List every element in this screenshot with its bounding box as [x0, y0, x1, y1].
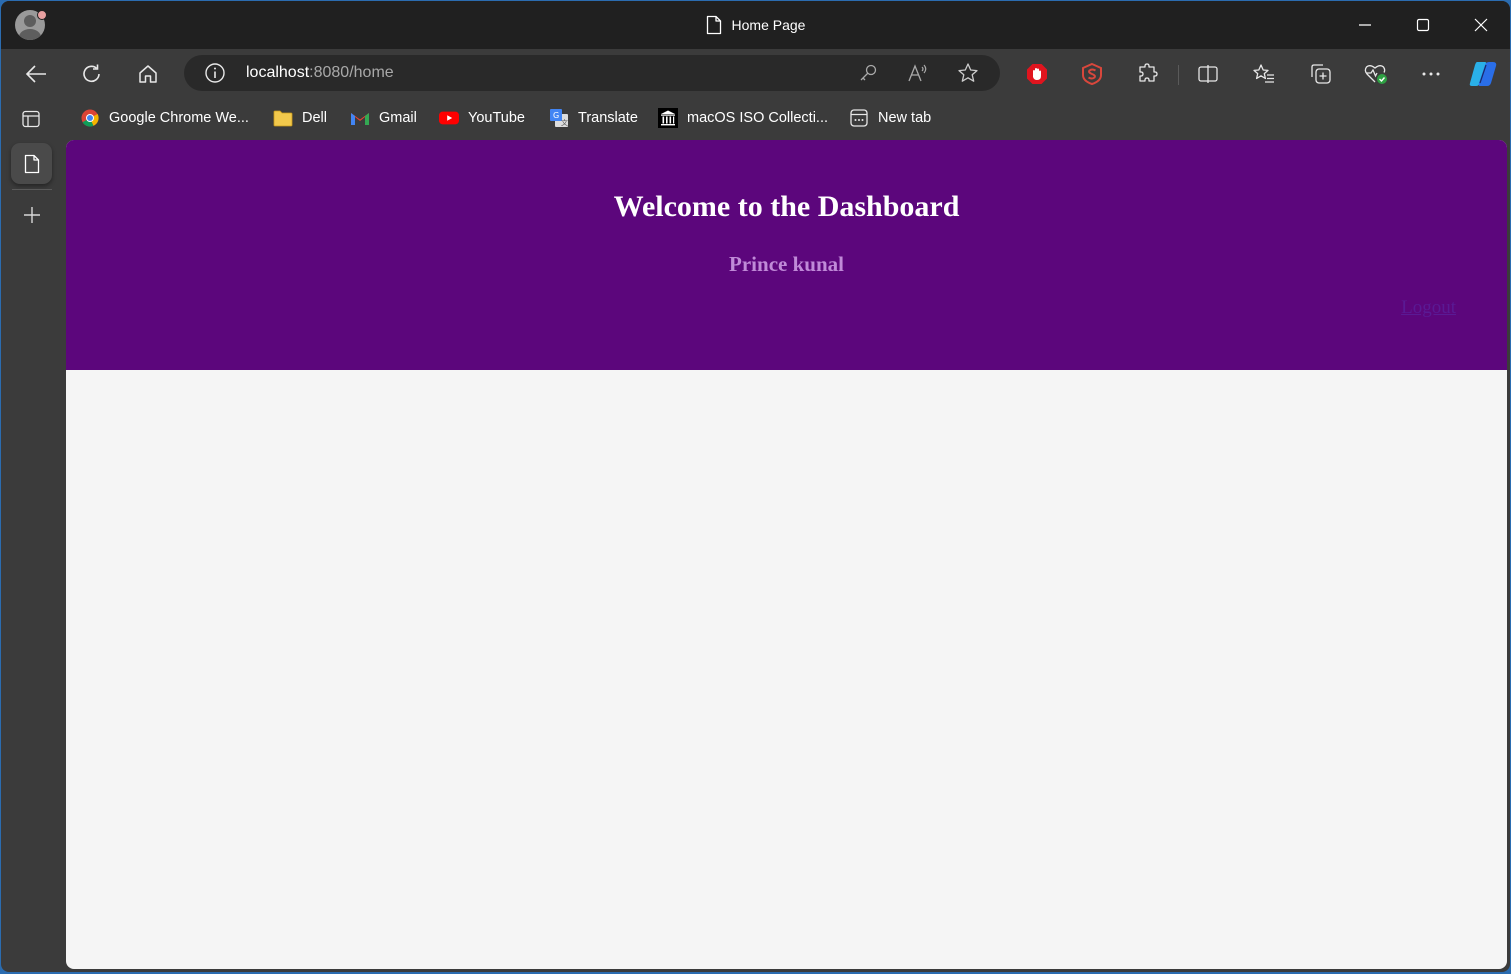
tab-actions-button[interactable] [21, 109, 41, 129]
bookmark-label: Translate [578, 110, 638, 126]
svg-text:文: 文 [561, 118, 568, 127]
extensions-puzzle-icon [1139, 63, 1158, 82]
collections-icon [1311, 64, 1331, 84]
favorite-button[interactable] [955, 61, 981, 85]
back-button[interactable] [19, 58, 53, 90]
url-text[interactable]: localhost:8080/home [246, 55, 394, 91]
folder-icon [273, 108, 293, 128]
refresh-icon [83, 64, 100, 83]
vertical-tabs-divider [12, 189, 52, 190]
dashboard-header: Welcome to the Dashboard Prince kunal Lo… [66, 140, 1507, 370]
more-button[interactable] [1414, 58, 1448, 90]
bookmark-label: Dell [302, 110, 327, 126]
password-button[interactable] [855, 61, 881, 85]
extensions-button[interactable] [1131, 58, 1165, 90]
bookmark-new-tab[interactable]: New tab [849, 107, 931, 129]
youtube-icon [439, 108, 459, 128]
browser-toolbar: localhost:8080/home [1, 49, 1510, 99]
window-title: Home Page [1, 1, 1510, 49]
url-host: localhost [246, 64, 310, 81]
user-name: Prince kunal [729, 252, 844, 276]
chrome-icon [80, 108, 100, 128]
favorites-list-icon [1253, 64, 1274, 83]
bookmark-macos-iso[interactable]: macOS ISO Collecti... [658, 107, 828, 129]
bookmark-google-chrome-web-store[interactable]: Google Chrome We... [80, 107, 249, 129]
maximize-icon [1416, 18, 1430, 32]
more-icon [1422, 72, 1440, 76]
browser-essentials-button[interactable] [1359, 58, 1393, 90]
s-extension-button[interactable] [1075, 58, 1109, 90]
read-aloud-icon [908, 64, 927, 82]
star-icon [958, 63, 978, 82]
vertical-tab-home-page[interactable] [11, 143, 52, 184]
collections-button[interactable] [1303, 58, 1337, 90]
page-icon [706, 15, 721, 35]
bookmark-dell[interactable]: Dell [273, 107, 327, 129]
close-button[interactable] [1452, 1, 1510, 49]
home-button[interactable] [131, 58, 165, 90]
key-icon [860, 64, 877, 81]
bookmark-label: macOS ISO Collecti... [687, 110, 829, 126]
page-title: Welcome to the Dashboard [613, 190, 960, 223]
back-icon [25, 65, 46, 83]
window-title-text: Home Page [731, 17, 806, 33]
minimize-icon [1359, 24, 1371, 26]
site-info-button[interactable] [204, 62, 226, 84]
new-tab-icon [849, 108, 869, 128]
gmail-icon [350, 108, 370, 128]
title-bar: Home Page [1, 1, 1510, 49]
svg-text:G: G [553, 111, 559, 120]
archive-icon [658, 108, 678, 128]
split-screen-icon [1198, 65, 1218, 83]
bookmark-gmail[interactable]: Gmail [350, 107, 417, 129]
bookmark-label: New tab [878, 110, 932, 126]
home-icon [139, 65, 157, 83]
copilot-button[interactable] [1466, 58, 1500, 90]
refresh-button[interactable] [75, 58, 109, 90]
new-tab-button[interactable] [20, 203, 44, 227]
bookmark-label: Gmail [379, 110, 417, 126]
bookmark-label: YouTube [468, 110, 525, 126]
vertical-tabs-icon [22, 110, 40, 128]
browser-window: Home Page localhost:8080/home Google Chr… [1, 1, 1510, 972]
bookmark-label: Google Chrome We... [109, 110, 249, 126]
heart-pulse-icon [1364, 65, 1387, 84]
favorites-button[interactable] [1247, 58, 1281, 90]
minimize-button[interactable] [1336, 1, 1394, 49]
info-icon [205, 63, 225, 83]
extension-s-icon [1082, 62, 1102, 86]
read-aloud-button[interactable] [905, 61, 931, 85]
copilot-icon [1469, 62, 1497, 86]
toolbar-separator [1178, 65, 1179, 85]
adblock-icon [1027, 64, 1047, 84]
bookmarks-bar: Google Chrome We... Dell Gmail YouTube G… [1, 99, 1510, 137]
translate-icon: G文 [549, 108, 569, 128]
logout-link[interactable]: Logout [1401, 297, 1456, 319]
bookmark-youtube[interactable]: YouTube [439, 107, 525, 129]
maximize-button[interactable] [1394, 1, 1452, 49]
adblock-extension-button[interactable] [1020, 58, 1054, 90]
url-path: :8080/home [309, 64, 394, 81]
close-icon [1474, 18, 1488, 32]
address-bar[interactable]: localhost:8080/home [184, 55, 1000, 91]
bookmark-translate[interactable]: G文 Translate [549, 107, 638, 129]
page-viewport: Welcome to the Dashboard Prince kunal Lo… [66, 140, 1507, 969]
page-icon [24, 154, 39, 173]
split-screen-button[interactable] [1191, 58, 1225, 90]
plus-icon [24, 207, 40, 223]
